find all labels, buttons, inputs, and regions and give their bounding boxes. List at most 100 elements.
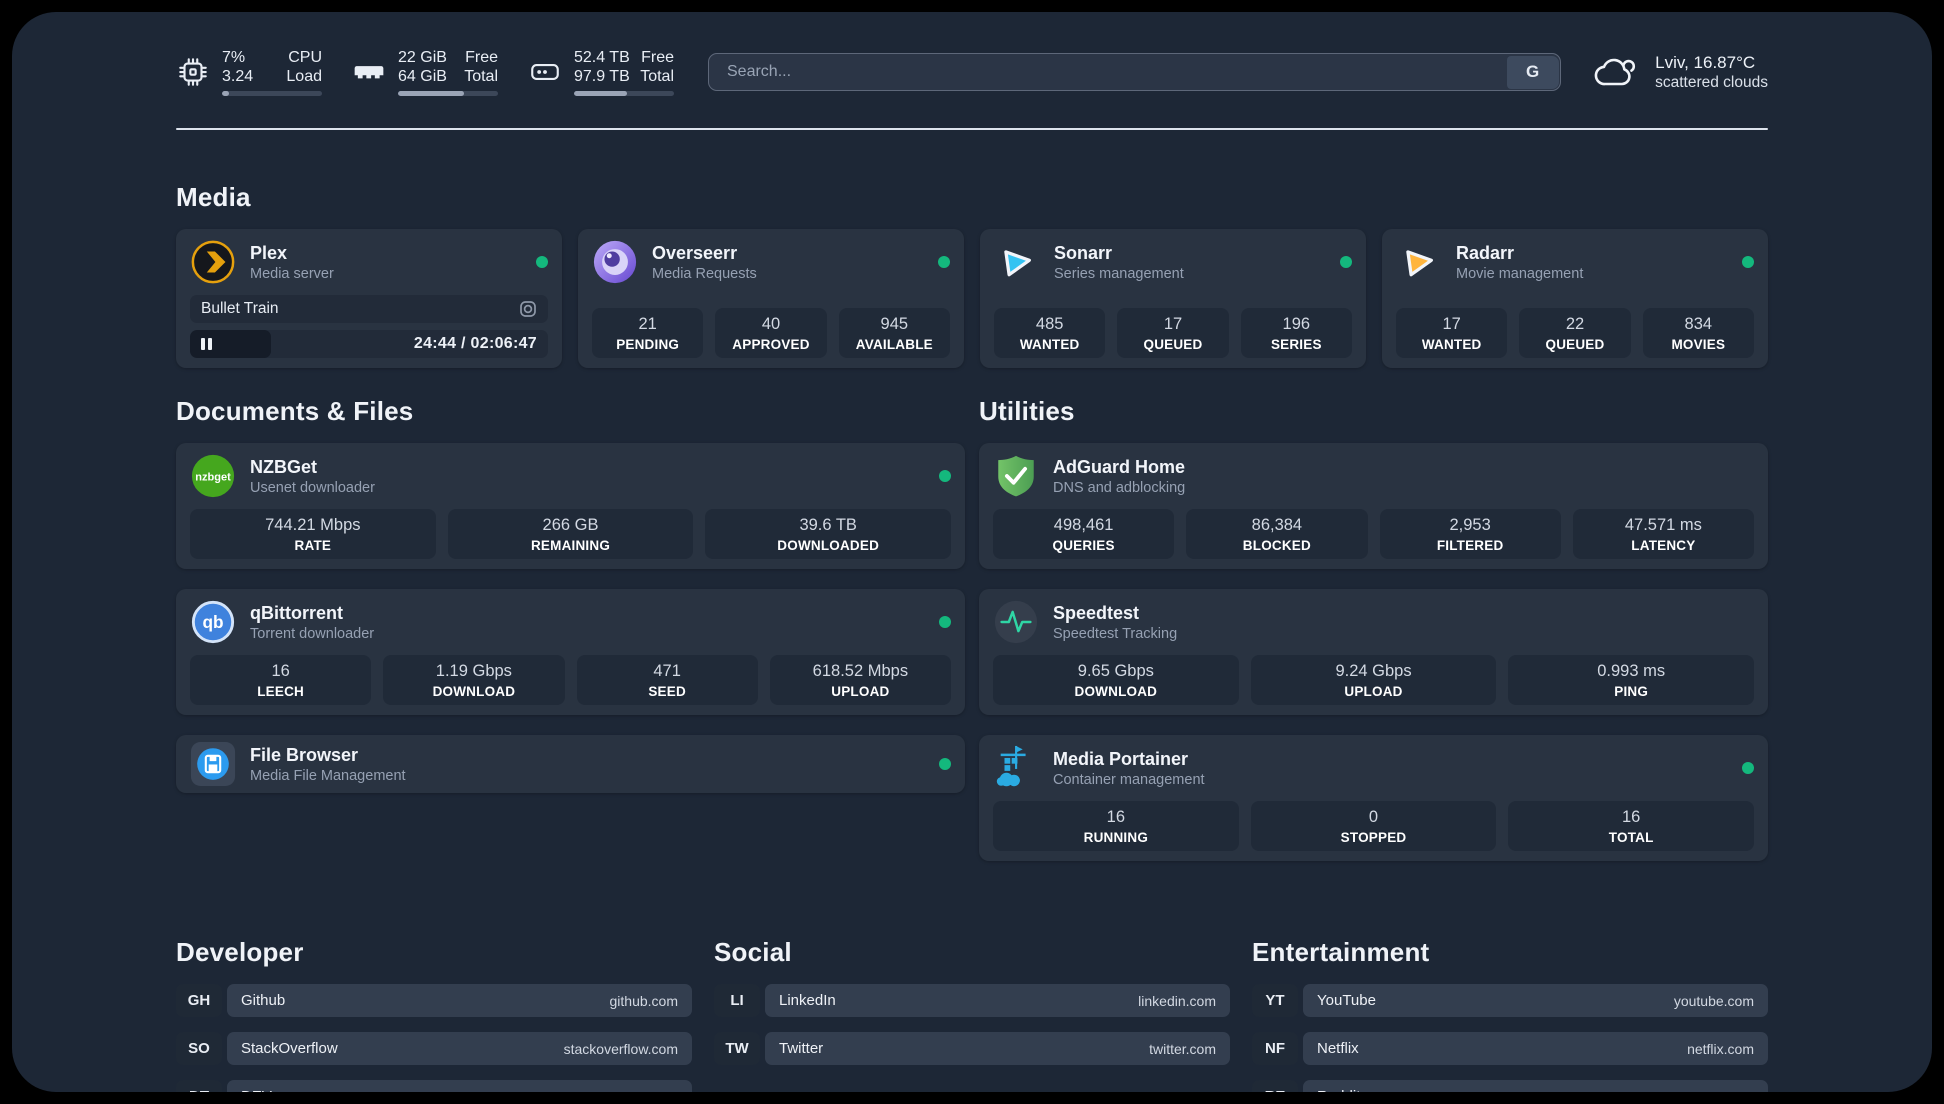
bookmark-netflix[interactable]: NF Netflix netflix.com xyxy=(1252,1032,1768,1065)
app-card-speedtest[interactable]: Speedtest Speedtest Tracking 9.65 Gbps DO… xyxy=(979,589,1768,715)
status-dot xyxy=(939,616,951,628)
app-subtitle: Torrent downloader xyxy=(250,625,375,642)
app-subtitle: Usenet downloader xyxy=(250,479,375,496)
stat-box: 1.19 Gbps DOWNLOAD xyxy=(383,655,565,705)
ram-widget: 22 GiB Free 64 GiB Total xyxy=(352,48,498,96)
section-title-social: Social xyxy=(714,937,792,967)
search-bar: G xyxy=(708,53,1562,91)
bookmark-linkedin[interactable]: LI LinkedIn linkedin.com xyxy=(714,984,1230,1017)
disk-free-value: 52.4 TB xyxy=(574,49,630,66)
now-playing-title: Bullet Train xyxy=(201,300,279,317)
section-title-documents: Documents & Files xyxy=(176,396,414,426)
bookmark-abbr: GH xyxy=(176,984,222,1017)
app-subtitle: Series management xyxy=(1054,265,1184,282)
stat-box: 16 LEECH xyxy=(190,655,372,705)
section-title-developer: Developer xyxy=(176,937,304,967)
app-subtitle: Container management xyxy=(1053,771,1205,788)
bookmark-reddit[interactable]: RE Reddit reddit.com xyxy=(1252,1080,1768,1092)
radarr-icon xyxy=(1396,239,1442,285)
cpu-label-1: CPU xyxy=(288,49,322,66)
stat-box: 40 APPROVED xyxy=(715,308,827,358)
bookmark-name: Github xyxy=(241,992,286,1009)
app-name: File Browser xyxy=(250,744,359,765)
status-dot xyxy=(536,256,548,268)
disk-progress-fill xyxy=(574,91,627,96)
stat-box: 834 MOVIES xyxy=(1642,308,1754,358)
app-name: NZBGet xyxy=(250,456,317,477)
app-card-adguard[interactable]: AdGuard Home DNS and adblocking 498,461 Q… xyxy=(979,443,1768,569)
weather-location-temp: Lviv, 16.87°C xyxy=(1655,52,1756,72)
bookmark-twitter[interactable]: TW Twitter twitter.com xyxy=(714,1032,1230,1065)
stat-box: 2,953 FILTERED xyxy=(1379,509,1561,559)
bookmark-url: github.com xyxy=(609,992,678,1009)
stat-box: 9.65 Gbps DOWNLOAD xyxy=(993,655,1239,705)
section-documents: Documents & Files nzbget NZBGet Usenet d… xyxy=(176,396,965,813)
app-card-qbittorrent[interactable]: qb qBittorrent Torrent downloader 16 LEEC… xyxy=(176,589,965,715)
bookmark-url: netflix.com xyxy=(1687,1040,1754,1057)
app-name: Sonarr xyxy=(1054,242,1113,263)
section-title-entertainment: Entertainment xyxy=(1252,937,1430,967)
app-name: Radarr xyxy=(1456,242,1515,263)
bookmark-name: YouTube xyxy=(1317,992,1376,1009)
bookmark-name: Netflix xyxy=(1317,1040,1359,1057)
stat-box: 945 AVAILABLE xyxy=(838,308,950,358)
search-input[interactable] xyxy=(708,53,1562,91)
stat-box: 16 TOTAL xyxy=(1508,801,1755,851)
section-title-utilities: Utilities xyxy=(979,396,1075,426)
filebrowser-icon xyxy=(190,741,236,787)
webcam-icon xyxy=(520,301,536,317)
disk-label-2: Total xyxy=(640,68,674,85)
app-card-overseerr[interactable]: Overseerr Media Requests 21 PENDING 40 APP… xyxy=(578,229,964,368)
app-name: Speedtest xyxy=(1053,602,1140,623)
app-card-plex[interactable]: Plex Media server Bullet Train 24:44 / 0… xyxy=(176,229,562,368)
ram-label-2: Total xyxy=(464,68,498,85)
ram-total-value: 64 GiB xyxy=(398,68,447,85)
stat-box: 9.24 Gbps UPLOAD xyxy=(1250,655,1497,705)
bookmark-dev[interactable]: DT DEV dev.to xyxy=(176,1080,692,1092)
svg-text:nzbget: nzbget xyxy=(195,471,231,483)
qbittorrent-icon: qb xyxy=(190,599,236,645)
disk-total-value: 97.9 TB xyxy=(574,68,630,85)
cpu-progress-bar xyxy=(222,91,322,96)
bookmark-name: StackOverflow xyxy=(241,1040,338,1057)
portainer-icon xyxy=(993,745,1039,791)
stat-box: 17 QUEUED xyxy=(1117,308,1229,358)
bookmark-stackoverflow[interactable]: SO StackOverflow stackoverflow.com xyxy=(176,1032,692,1065)
adguard-icon xyxy=(993,453,1039,499)
google-search-button[interactable]: G xyxy=(1506,55,1559,89)
overseerr-icon xyxy=(592,239,638,285)
app-card-filebrowser[interactable]: File Browser Media File Management xyxy=(176,735,965,793)
ram-progress-bar xyxy=(398,91,498,96)
cpu-icon xyxy=(179,58,207,86)
bookmark-github[interactable]: GH Github github.com xyxy=(176,984,692,1017)
stat-box: 17 WANTED xyxy=(1396,308,1508,358)
bookmark-youtube[interactable]: YT YouTube youtube.com xyxy=(1252,984,1768,1017)
ram-icon xyxy=(354,66,384,79)
pause-icon[interactable] xyxy=(201,338,212,350)
bookmark-name: Reddit xyxy=(1317,1088,1360,1092)
stat-box: 0.993 ms PING xyxy=(1508,655,1755,705)
stat-box: 744.21 Mbps RATE xyxy=(190,509,436,559)
cpu-widget: 7% CPU 3.24 Load xyxy=(176,48,322,96)
bookmark-abbr: DT xyxy=(176,1080,222,1092)
app-card-sonarr[interactable]: Sonarr Series management 485 WANTED 17 QUE… xyxy=(980,229,1366,368)
status-dot xyxy=(938,256,950,268)
cpu-percent: 7% xyxy=(222,49,246,66)
section-developer: Developer GH Github github.com SO StackOv… xyxy=(176,937,692,1092)
app-subtitle: Media server xyxy=(250,265,334,282)
bookmark-url: stackoverflow.com xyxy=(563,1040,678,1057)
status-dot xyxy=(1340,256,1352,268)
app-card-nzbget[interactable]: nzbget NZBGet Usenet downloader 744.21 M… xyxy=(176,443,965,569)
nzbget-icon: nzbget xyxy=(190,453,236,499)
app-card-radarr[interactable]: Radarr Movie management 17 WANTED 22 QUEUE… xyxy=(1382,229,1768,368)
playback-progress-fill xyxy=(190,330,272,358)
svg-text:qb: qb xyxy=(202,612,223,632)
app-subtitle: Media Requests xyxy=(652,265,757,282)
stat-box: 498,461 QUERIES xyxy=(993,509,1175,559)
app-card-portainer[interactable]: Media Portainer Container management 16 R… xyxy=(979,735,1768,861)
section-entertainment: Entertainment YT YouTube youtube.com NF N… xyxy=(1252,937,1768,1092)
bookmark-abbr: SO xyxy=(176,1032,222,1065)
playback-progress-bar[interactable]: 24:44 / 02:06:47 xyxy=(190,330,548,358)
bookmark-name: LinkedIn xyxy=(779,992,836,1009)
top-bar: 7% CPU 3.24 Load 22 GiB Free 64 GiB Total 52… xyxy=(176,48,1768,96)
